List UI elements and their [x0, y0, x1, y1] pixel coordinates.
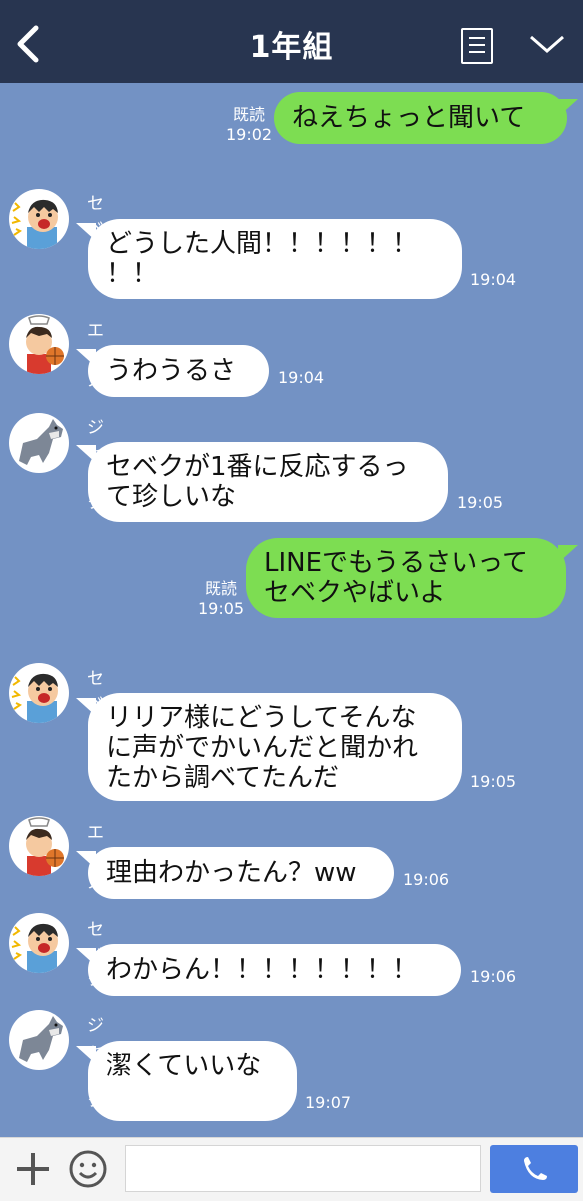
message-bubble[interactable]: どうした人間！！！！！！ ！！ — [88, 219, 462, 299]
notes-icon[interactable] — [461, 28, 493, 64]
message-bubble[interactable]: うわうるさ — [88, 345, 269, 397]
read-label: 既読 — [205, 579, 238, 598]
message-bubble[interactable]: ねえちょっと聞いて — [274, 92, 567, 144]
shouting-boy-avatar[interactable] — [9, 189, 69, 249]
message-bubble[interactable]: わからん！！！！！！！！ — [88, 944, 461, 996]
message-time: 19:02 — [226, 125, 273, 144]
message-bubble[interactable]: 理由わかったん？ww — [88, 847, 394, 899]
chat-area: 既読 19:02 ねえちょっと聞いて セベク どうした人間！！！！！！ ！！ 1… — [0, 83, 583, 1137]
message-time: 19:06 — [403, 870, 450, 889]
read-label: 既読 — [233, 105, 266, 124]
message-time: 19:07 — [305, 1093, 352, 1112]
plus-icon[interactable] — [14, 1150, 52, 1188]
message-bubble[interactable]: LINEでもうるさいって セベクやばいよ — [246, 538, 566, 618]
basketball-player-avatar[interactable] — [9, 816, 69, 876]
call-button[interactable] — [490, 1145, 578, 1193]
message-time: 19:05 — [470, 772, 517, 791]
shouting-boy-avatar[interactable] — [9, 663, 69, 723]
shouting-boy-avatar[interactable] — [9, 913, 69, 973]
message-time: 19:04 — [278, 368, 325, 387]
wolf-avatar[interactable] — [9, 413, 69, 473]
message-bubble[interactable]: リリア様にどうしてそんな に声がでかいんだと聞かれ たから調べてたんだ — [88, 693, 462, 801]
message-time: 19:05 — [457, 493, 504, 512]
message-time: 19:06 — [470, 967, 517, 986]
phone-icon — [524, 1157, 547, 1180]
message-time: 19:04 — [470, 270, 517, 289]
wolf-avatar[interactable] — [9, 1010, 69, 1070]
chat-title: 1年組 — [249, 30, 334, 65]
message-time: 19:05 — [198, 599, 245, 618]
chat-header: 1年組 — [0, 0, 583, 83]
basketball-player-avatar[interactable] — [9, 314, 69, 374]
emoji-icon[interactable] — [68, 1149, 108, 1189]
message-bubble[interactable]: セベクが1番に反応するっ て珍しいな — [88, 442, 448, 522]
read-receipt: 既読 19:05 — [198, 579, 244, 619]
chevron-down-icon[interactable] — [528, 30, 566, 58]
message-input[interactable] — [125, 1145, 481, 1192]
message-bubble[interactable]: 潔くていいな — [88, 1041, 297, 1121]
read-receipt: 既読 19:02 — [226, 105, 272, 145]
message-input-bar — [0, 1137, 583, 1201]
